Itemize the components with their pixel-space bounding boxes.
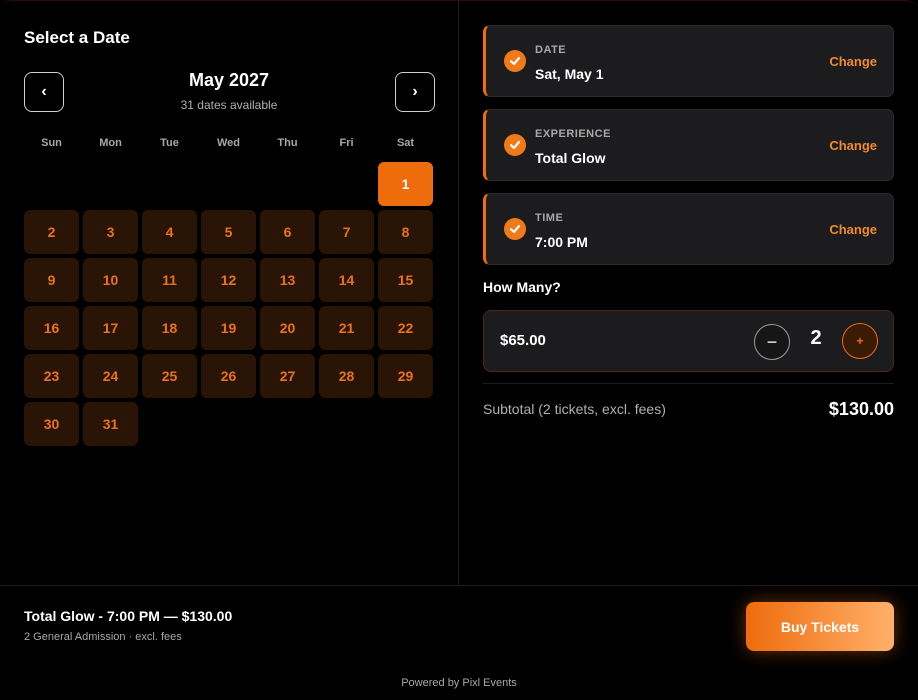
month-title: May 2027 xyxy=(188,70,270,90)
summary-card-time: TIME 7:00 PM Change xyxy=(483,193,894,265)
calendar-day[interactable]: 5 xyxy=(201,210,256,254)
section-title: Select a Date xyxy=(24,28,130,47)
subtotal-label: Subtotal (2 tickets, excl. fees) xyxy=(483,401,666,417)
summary-card-date: DATE Sat, May 1 Change xyxy=(483,25,894,97)
calendar-day[interactable]: 15 xyxy=(378,258,433,302)
calendar-day-selected[interactable]: 1 xyxy=(378,162,433,206)
footer-divider xyxy=(0,585,918,586)
summary-card-experience: EXPERIENCE Total Glow Change xyxy=(483,109,894,181)
calendar-blank xyxy=(201,162,256,206)
calendar-day[interactable]: 14 xyxy=(319,258,374,302)
weekday-label: Tue xyxy=(160,137,179,149)
summary-card-value: Total Glow xyxy=(535,150,606,166)
availability-count: 31 dates available xyxy=(180,98,278,112)
decrease-quantity-button[interactable]: − xyxy=(754,324,790,360)
quantity-value: 2 xyxy=(810,327,822,349)
calendar-day[interactable]: 29 xyxy=(378,354,433,398)
chevron-left-icon: ‹ xyxy=(41,83,47,100)
chevron-right-icon: › xyxy=(412,83,418,100)
quantity-stepper: $65.00 − 2 + xyxy=(483,310,894,372)
calendar-day[interactable]: 18 xyxy=(142,306,197,350)
change-link[interactable]: Change xyxy=(829,54,877,69)
minus-icon: − xyxy=(766,331,778,352)
divider xyxy=(483,383,894,384)
calendar-day[interactable]: 4 xyxy=(142,210,197,254)
calendar-day[interactable]: 17 xyxy=(83,306,138,350)
plus-icon: + xyxy=(856,334,864,348)
ticket-widget: Select a Date ‹ May 2027 31 dates availa… xyxy=(0,0,918,700)
calendar-blank xyxy=(319,162,374,206)
weekday-label: Thu xyxy=(277,137,298,149)
calendar-day[interactable]: 10 xyxy=(83,258,138,302)
calendar-day[interactable]: 3 xyxy=(83,210,138,254)
calendar-blank xyxy=(142,162,197,206)
prev-month-button[interactable]: ‹ xyxy=(24,72,64,112)
buy-tickets-button[interactable]: Buy Tickets xyxy=(746,602,894,651)
calendar-day[interactable]: 24 xyxy=(83,354,138,398)
change-link[interactable]: Change xyxy=(829,222,877,237)
summary-card-label: DATE xyxy=(535,44,567,56)
calendar-day[interactable]: 9 xyxy=(24,258,79,302)
calendar-day[interactable]: 8 xyxy=(378,210,433,254)
weekday-label: Sun xyxy=(41,137,62,149)
next-month-button[interactable]: › xyxy=(395,72,435,112)
calendar-day[interactable]: 13 xyxy=(260,258,315,302)
summary-card-label: EXPERIENCE xyxy=(535,128,611,140)
calendar-day[interactable]: 16 xyxy=(24,306,79,350)
calendar-day[interactable]: 28 xyxy=(319,354,374,398)
calendar-day[interactable]: 31 xyxy=(83,402,138,446)
calendar-blank xyxy=(24,162,79,206)
calendar-day[interactable]: 25 xyxy=(142,354,197,398)
date-picker-panel: Select a Date ‹ May 2027 31 dates availa… xyxy=(0,0,459,585)
order-summary-subtitle: 2 General Admission · excl. fees xyxy=(24,631,182,643)
summary-card-value: 7:00 PM xyxy=(535,234,588,250)
check-circle-icon xyxy=(504,134,526,156)
summary-card-value: Sat, May 1 xyxy=(535,66,604,82)
check-circle-icon xyxy=(504,50,526,72)
calendar-day[interactable]: 20 xyxy=(260,306,315,350)
weekday-header: Sun Mon Tue Wed Thu Fri Sat xyxy=(24,137,435,149)
calendar-day[interactable]: 30 xyxy=(24,402,79,446)
weekday-label: Sat xyxy=(396,137,415,149)
calendar-day[interactable]: 7 xyxy=(319,210,374,254)
calendar-day[interactable]: 2 xyxy=(24,210,79,254)
quantity-heading: How Many? xyxy=(483,279,561,295)
calendar-blank xyxy=(83,162,138,206)
summary-card-label: TIME xyxy=(535,212,564,224)
calendar-blank xyxy=(260,162,315,206)
calendar-grid: 1 2 3 4 5 6 7 8 9 10 11 12 13 14 15 16 17 18 19 20 21 22 23 24 2… xyxy=(24,162,435,446)
change-link[interactable]: Change xyxy=(829,138,877,153)
subtotal-value: $130.00 xyxy=(828,399,894,419)
weekday-label: Wed xyxy=(216,137,241,149)
calendar-day[interactable]: 6 xyxy=(260,210,315,254)
calendar-day[interactable]: 26 xyxy=(201,354,256,398)
calendar-day[interactable]: 11 xyxy=(142,258,197,302)
calendar-day[interactable]: 23 xyxy=(24,354,79,398)
check-circle-icon xyxy=(504,218,526,240)
ticket-price: $65.00 xyxy=(500,332,546,349)
weekday-label: Mon xyxy=(99,137,122,149)
order-summary-title: Total Glow - 7:00 PM — $130.00 xyxy=(24,608,233,624)
weekday-label: Fri xyxy=(339,137,354,149)
calendar-day[interactable]: 22 xyxy=(378,306,433,350)
calendar-day[interactable]: 27 xyxy=(260,354,315,398)
powered-by: Powered by Pixl Events xyxy=(401,677,517,689)
calendar-day[interactable]: 12 xyxy=(201,258,256,302)
calendar-day[interactable]: 19 xyxy=(201,306,256,350)
calendar-day[interactable]: 21 xyxy=(319,306,374,350)
increase-quantity-button[interactable]: + xyxy=(842,323,878,359)
